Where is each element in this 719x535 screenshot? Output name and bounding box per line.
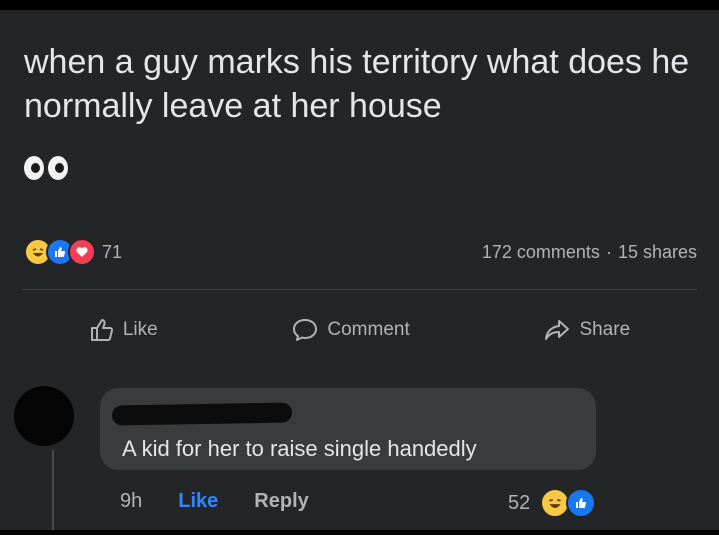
share-label: Share bbox=[579, 319, 631, 340]
eye-right bbox=[48, 156, 68, 180]
speech-bubble-icon bbox=[293, 319, 318, 341]
comment-reaction-count: 52 bbox=[508, 491, 531, 514]
comment-label: Comment bbox=[327, 319, 410, 340]
like-button[interactable]: Like bbox=[89, 317, 158, 343]
comments-count[interactable]: 172 comments bbox=[482, 242, 600, 263]
comment-like-button[interactable]: Like bbox=[178, 490, 218, 513]
thread-line bbox=[52, 450, 54, 530]
post-card: when a guy marks his territory what does… bbox=[0, 10, 719, 530]
redacted-name bbox=[111, 402, 293, 426]
love-reaction-icon bbox=[68, 238, 96, 266]
comment-reply-button[interactable]: Reply bbox=[254, 490, 308, 513]
reaction-summary[interactable]: 71 bbox=[24, 238, 122, 266]
like-label: Like bbox=[122, 319, 158, 340]
comment-time[interactable]: 9h bbox=[120, 490, 142, 513]
comment-reactions[interactable]: 52 bbox=[508, 488, 597, 518]
post-actions: Like Comment Share bbox=[22, 306, 697, 354]
eye-left bbox=[24, 156, 44, 180]
comment-bubble: A kid for her to raise single handedly bbox=[100, 388, 596, 470]
shares-count[interactable]: 15 shares bbox=[618, 242, 697, 263]
like-reaction-icon bbox=[566, 488, 597, 518]
reactions-bar: 71 172 comments · 15 shares bbox=[24, 238, 697, 266]
divider bbox=[22, 289, 697, 290]
comment-meta: 9h Like Reply bbox=[120, 490, 309, 513]
reaction-count: 71 bbox=[102, 241, 123, 262]
comment: A kid for her to raise single handedly 9… bbox=[14, 382, 704, 532]
avatar[interactable] bbox=[14, 386, 74, 446]
post-text: when a guy marks his territory what does… bbox=[24, 43, 690, 125]
stats-separator: · bbox=[605, 241, 612, 262]
comment-text: A kid for her to raise single handedly bbox=[122, 436, 477, 461]
share-arrow-icon bbox=[545, 320, 570, 340]
post-stats: 172 comments · 15 shares bbox=[482, 242, 697, 263]
eyes-emoji-icon bbox=[24, 156, 68, 180]
thumbs-up-icon bbox=[90, 319, 113, 341]
share-button[interactable]: Share bbox=[543, 317, 630, 343]
comment-button[interactable]: Comment bbox=[291, 317, 410, 343]
